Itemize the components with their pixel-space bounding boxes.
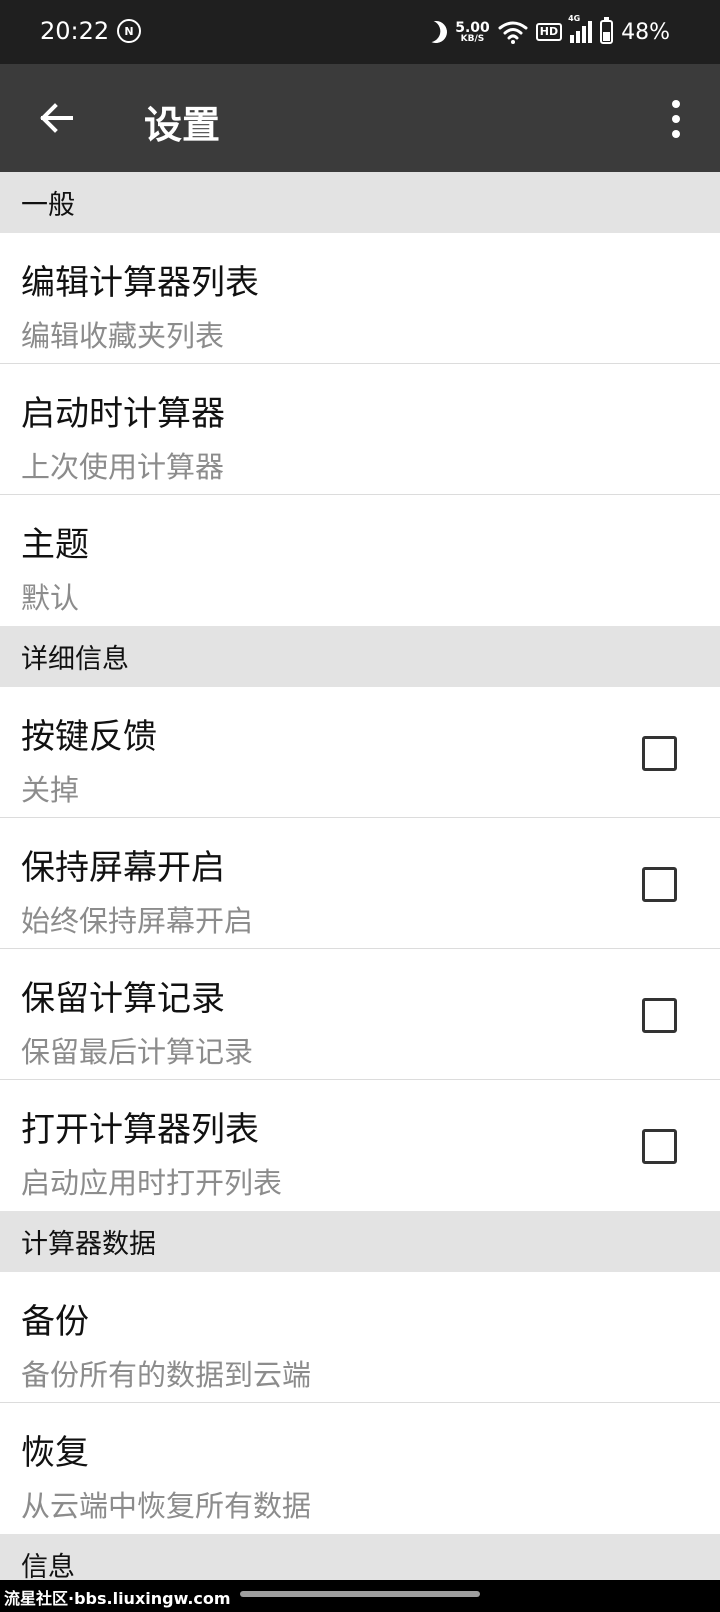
pref-title: 打开计算器列表 bbox=[21, 1110, 259, 1150]
battery-icon bbox=[600, 17, 614, 44]
pref-title: 编辑计算器列表 bbox=[21, 263, 259, 303]
pref-key-feedback[interactable]: 按键反馈 关掉 bbox=[0, 687, 720, 818]
pref-edit-calculator-list[interactable]: 编辑计算器列表 编辑收藏夹列表 bbox=[0, 233, 720, 364]
pref-summary: 从云端中恢复所有数据 bbox=[21, 1489, 312, 1523]
hd-voice-icon: HD bbox=[535, 23, 563, 41]
keep-history-checkbox[interactable] bbox=[642, 998, 677, 1033]
pref-summary: 编辑收藏夹列表 bbox=[21, 319, 225, 353]
more-vert-icon[interactable] bbox=[655, 98, 697, 140]
pref-title: 保持屏幕开启 bbox=[21, 848, 225, 888]
pref-restore[interactable]: 恢复 从云端中恢复所有数据 bbox=[0, 1403, 720, 1534]
section-header-details: 详细信息 bbox=[0, 626, 720, 687]
status-time: 20:22 bbox=[40, 17, 110, 45]
pref-title: 按键反馈 bbox=[21, 717, 157, 757]
open-list-checkbox[interactable] bbox=[642, 1129, 677, 1164]
network-speed: 5.00 KB/S bbox=[455, 21, 490, 44]
app-bar: 设置 bbox=[0, 64, 720, 172]
pref-startup-calculator[interactable]: 启动时计算器 上次使用计算器 bbox=[0, 364, 720, 495]
pref-summary: 启动应用时打开列表 bbox=[21, 1166, 283, 1200]
section-header-general: 一般 bbox=[0, 172, 720, 233]
page-title: 设置 bbox=[144, 103, 221, 147]
key-feedback-checkbox[interactable] bbox=[642, 736, 677, 771]
pref-summary: 备份所有的数据到云端 bbox=[21, 1358, 312, 1392]
network-speed-unit: KB/S bbox=[460, 33, 485, 44]
pref-theme[interactable]: 主题 默认 bbox=[0, 495, 720, 626]
settings-list: 一般 编辑计算器列表 编辑收藏夹列表 启动时计算器 上次使用计算器 主题 默认 … bbox=[0, 172, 720, 1595]
do-not-disturb-icon bbox=[422, 18, 450, 46]
signal-icon: 4G bbox=[568, 14, 593, 43]
pref-keep-history[interactable]: 保留计算记录 保留最后计算记录 bbox=[0, 949, 720, 1080]
navigation-bar: 流星社区·bbs.liuxingw.com bbox=[0, 1580, 720, 1612]
pref-summary: 关掉 bbox=[21, 773, 80, 807]
pref-title: 保留计算记录 bbox=[21, 979, 225, 1019]
arrow-left-icon[interactable] bbox=[30, 92, 82, 144]
pref-backup[interactable]: 备份 备份所有的数据到云端 bbox=[0, 1272, 720, 1403]
pref-title: 备份 bbox=[21, 1302, 89, 1342]
watermark: 流星社区·bbs.liuxingw.com bbox=[4, 1589, 231, 1608]
status-bar: 20:22 N 5.00 KB/S HD 4G 48% bbox=[0, 0, 720, 64]
section-header-data: 计算器数据 bbox=[0, 1211, 720, 1272]
pref-summary: 始终保持屏幕开启 bbox=[21, 904, 254, 938]
network-speed-value: 5.00 bbox=[455, 19, 490, 36]
pref-summary: 默认 bbox=[21, 581, 80, 615]
status-indicators: 5.00 KB/S HD 4G 48% bbox=[425, 14, 670, 50]
pref-title: 主题 bbox=[21, 525, 89, 565]
keep-screen-on-checkbox[interactable] bbox=[642, 867, 677, 902]
pref-keep-screen-on[interactable]: 保持屏幕开启 始终保持屏幕开启 bbox=[0, 818, 720, 949]
home-gesture-handle[interactable] bbox=[240, 1591, 480, 1597]
pref-summary: 上次使用计算器 bbox=[21, 450, 225, 484]
wifi-icon bbox=[498, 21, 528, 44]
pref-title: 启动时计算器 bbox=[21, 394, 225, 434]
pref-open-calculator-list[interactable]: 打开计算器列表 启动应用时打开列表 bbox=[0, 1080, 720, 1211]
battery-percent: 48% bbox=[621, 19, 670, 45]
nfc-off-icon: N bbox=[117, 19, 141, 43]
network-type: 4G bbox=[568, 14, 581, 23]
pref-title: 恢复 bbox=[21, 1433, 89, 1473]
pref-summary: 保留最后计算记录 bbox=[21, 1035, 254, 1069]
